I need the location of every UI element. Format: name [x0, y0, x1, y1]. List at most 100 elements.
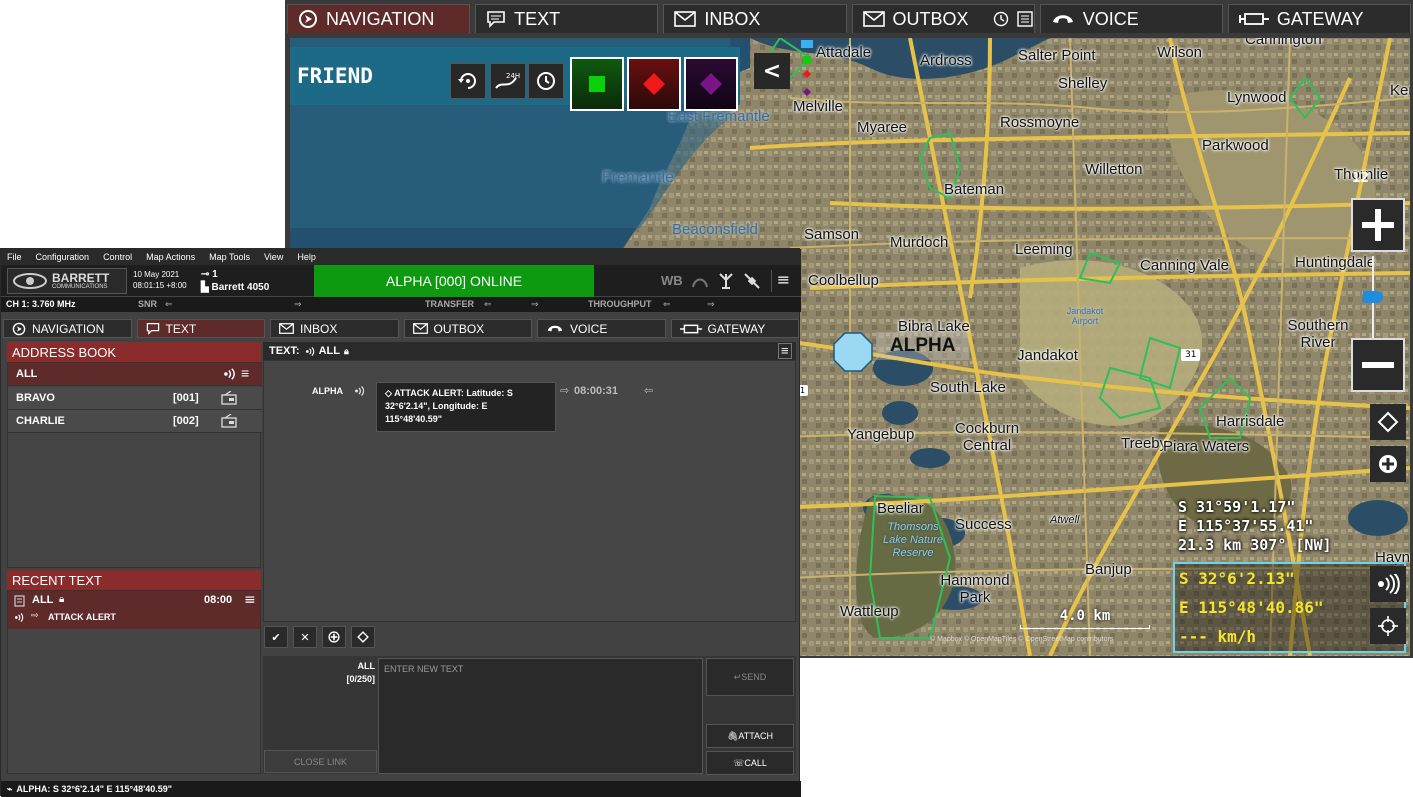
app-tab-outbox[interactable]: OUTBOX	[403, 319, 532, 338]
recent-subject: ATTACK ALERT	[48, 612, 116, 622]
map-label: Rossmoyne	[1000, 114, 1080, 131]
broadcast-position-button[interactable]	[1370, 566, 1406, 602]
menu-file[interactable]: File	[7, 252, 22, 262]
top-tab-inbox[interactable]: INBOX	[663, 4, 847, 33]
app-tab-gateway[interactable]: GATEWAY	[670, 319, 799, 338]
clock-button[interactable]	[528, 63, 564, 99]
app-tab-text[interactable]: TEXT	[136, 319, 265, 338]
reject-button[interactable]: ✕	[293, 626, 317, 648]
list-icon[interactable]	[1016, 11, 1033, 27]
clock-icon	[537, 72, 555, 90]
address-row-all[interactable]: ALL ≡	[8, 363, 262, 386]
accept-button[interactable]: ✔	[264, 626, 288, 648]
radio-app-window: File Configuration Control Map Actions M…	[0, 248, 801, 797]
document-icon	[14, 595, 25, 607]
map-label: Wilson	[1157, 44, 1203, 61]
zoom-level: 12	[1352, 170, 1369, 186]
top-tab-label: OUTBOX	[892, 8, 969, 29]
add-marker-button[interactable]	[1370, 446, 1406, 482]
send-button[interactable]: ↵ SEND	[706, 658, 794, 696]
green-square-button[interactable]	[570, 57, 624, 111]
menu-configuration[interactable]: Configuration	[36, 252, 90, 262]
transfer-arrow-icon: ⇒	[531, 299, 539, 309]
device-name: Barrett 4050	[211, 282, 270, 293]
diamond-icon	[643, 73, 665, 95]
red-diamond-button[interactable]	[627, 57, 681, 111]
composer: ALL [0/250] ENTER NEW TEXT ↵ SEND 🖇︎ ATT…	[263, 656, 796, 775]
radio-icon	[221, 391, 237, 405]
call-button[interactable]: ☏ CALL	[706, 751, 794, 775]
menu-view[interactable]: View	[264, 252, 283, 262]
top-tab-gateway[interactable]: GATEWAY	[1227, 4, 1412, 33]
hamburger-menu-icon[interactable]: ≡	[771, 270, 795, 292]
recent-text-item[interactable]: ALL 🔒︎ 08:00 ≡ ⇨ ATTACK ALERT	[8, 591, 260, 629]
new-text-input[interactable]: ENTER NEW TEXT	[378, 658, 703, 774]
cursor-distance: 21.3 km 307° [NW]	[1178, 536, 1332, 554]
clock-icon[interactable]	[993, 11, 1009, 27]
zoom-in-button[interactable]	[1351, 198, 1405, 252]
snr-arrow-icon: ⇐	[165, 299, 173, 309]
map-label: Yangebup	[847, 426, 915, 443]
message-from: ALPHA	[312, 386, 343, 396]
attach-button[interactable]: 🖇︎ ATTACH	[706, 724, 794, 748]
list-menu-icon[interactable]: ≡	[241, 365, 249, 381]
app-tab-label: GATEWAY	[707, 321, 766, 336]
center-position-button[interactable]	[1370, 608, 1406, 644]
track-24h-text: 24H	[506, 72, 520, 80]
ack-arrow-icon: ⇦	[644, 384, 654, 397]
app-tab-label: NAVIGATION	[32, 321, 105, 336]
cursor-coordinates: S 31°59'1.17" E 115°37'55.41" 21.3 km 30…	[1178, 498, 1368, 560]
hamburger-menu-icon[interactable]: ≡	[778, 343, 792, 359]
logo-eye-icon	[13, 273, 47, 289]
position-button[interactable]	[322, 626, 346, 648]
menu-map-actions[interactable]: Map Actions	[146, 252, 195, 262]
zoom-slider-thumb[interactable]	[1363, 291, 1383, 303]
text-header-to: ALL	[318, 345, 340, 357]
broadcast-icon	[224, 368, 235, 380]
navigation-icon	[299, 10, 317, 28]
envelope-icon	[862, 11, 885, 27]
minus-icon	[1362, 362, 1394, 368]
app-tab-inbox[interactable]: INBOX	[270, 319, 399, 338]
collapse-button[interactable]: <	[754, 53, 790, 89]
waypoint-button[interactable]	[1370, 404, 1406, 440]
sent-arrow-icon: ⇨	[31, 611, 39, 621]
address-row-bravo[interactable]: BRAVO [001]	[8, 387, 262, 410]
message-bubble[interactable]: ◇ ATTACK ALERT: Latitude: S 32°6'2.14", …	[376, 382, 556, 432]
top-tab-text[interactable]: TEXT	[475, 4, 659, 33]
zoom-out-button[interactable]	[1351, 338, 1405, 392]
diamond-outline-icon	[1377, 411, 1399, 433]
map-label: Bateman	[944, 181, 1005, 198]
waypoint-button[interactable]	[351, 626, 375, 648]
footer-position: ALPHA: S 32°6'2.14" E 115°48'40.59"	[16, 784, 173, 794]
message-time: 08:00:31	[574, 385, 619, 397]
app-tab-navigation[interactable]: NAVIGATION	[3, 319, 132, 338]
map-attribution[interactable]: © Mapbox © OpenMapTiles © OpenStreetMap …	[930, 636, 1113, 643]
map-label: Willetton	[1085, 161, 1143, 178]
purple-diamond-button[interactable]	[684, 57, 738, 111]
octagon-marker-icon[interactable]	[832, 331, 874, 373]
phone-handset-icon	[547, 325, 563, 332]
map-label: Salter Point	[1018, 47, 1096, 64]
contact-id: [002]	[173, 415, 199, 427]
map-label: Canning Vale	[1140, 257, 1229, 274]
top-tab-voice[interactable]: VOICE	[1039, 4, 1223, 33]
menu-map-tools[interactable]: Map Tools	[209, 252, 250, 262]
track-24h-button[interactable]: 24H	[490, 63, 526, 99]
text-header-label: TEXT:	[269, 345, 300, 357]
top-tab-outbox[interactable]: OUTBOX	[851, 4, 1035, 33]
envelope-icon	[412, 323, 428, 334]
logo-subtext: COMMUNICATIONS	[52, 284, 108, 290]
map-label: Kenwick	[1390, 82, 1410, 99]
transfer-label: TRANSFER	[425, 299, 474, 309]
close-link-button[interactable]: CLOSE LINK	[264, 750, 377, 773]
address-row-charlie[interactable]: CHARLIE [002]	[8, 410, 262, 433]
list-menu-icon[interactable]: ≡	[244, 592, 256, 608]
top-tab-navigation[interactable]: NAVIGATION	[287, 4, 471, 33]
map-label: Wattleup	[840, 603, 899, 620]
map-label: Coolbellup	[808, 272, 879, 289]
sync-button[interactable]	[450, 63, 486, 99]
app-tab-voice[interactable]: VOICE	[537, 319, 666, 338]
menu-help[interactable]: Help	[297, 252, 316, 262]
menu-control[interactable]: Control	[103, 252, 132, 262]
